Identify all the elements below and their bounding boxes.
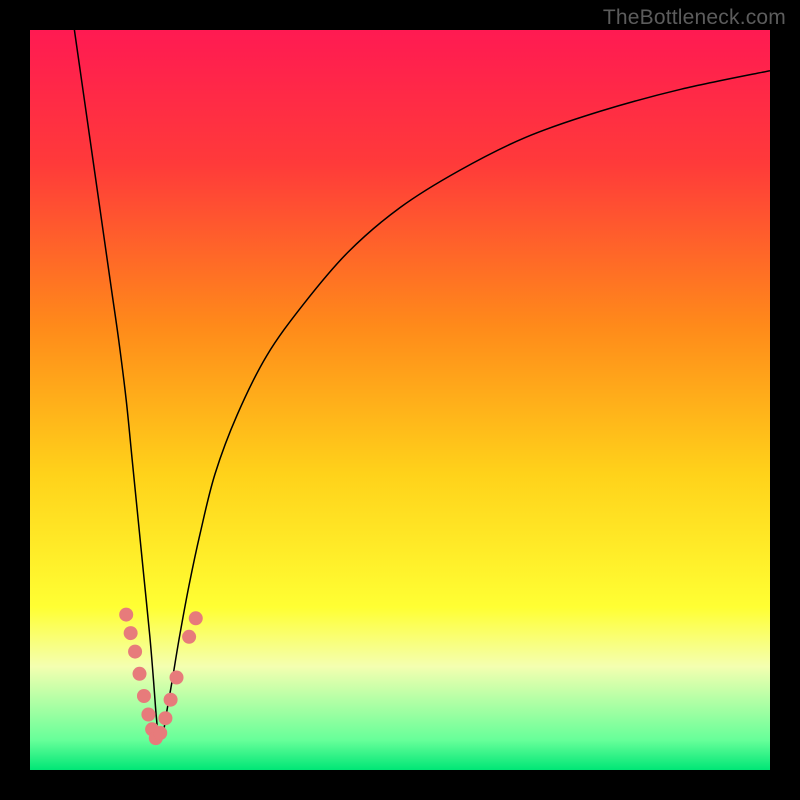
marker-dot — [141, 708, 155, 722]
marker-dot — [137, 689, 151, 703]
marker-dot — [189, 611, 203, 625]
marker-dot — [158, 711, 172, 725]
marker-dot — [133, 667, 147, 681]
chart-svg — [30, 30, 770, 770]
bottleneck-curve — [74, 30, 770, 740]
marker-dot — [182, 630, 196, 644]
marker-dot — [153, 726, 167, 740]
watermark-text: TheBottleneck.com — [603, 6, 786, 30]
plot-area — [30, 30, 770, 770]
chart-frame: TheBottleneck.com — [0, 0, 800, 800]
marker-dot — [128, 645, 142, 659]
marker-dot — [124, 626, 138, 640]
highlight-dots — [119, 608, 203, 746]
marker-dot — [164, 693, 178, 707]
marker-dot — [170, 671, 184, 685]
marker-dot — [119, 608, 133, 622]
